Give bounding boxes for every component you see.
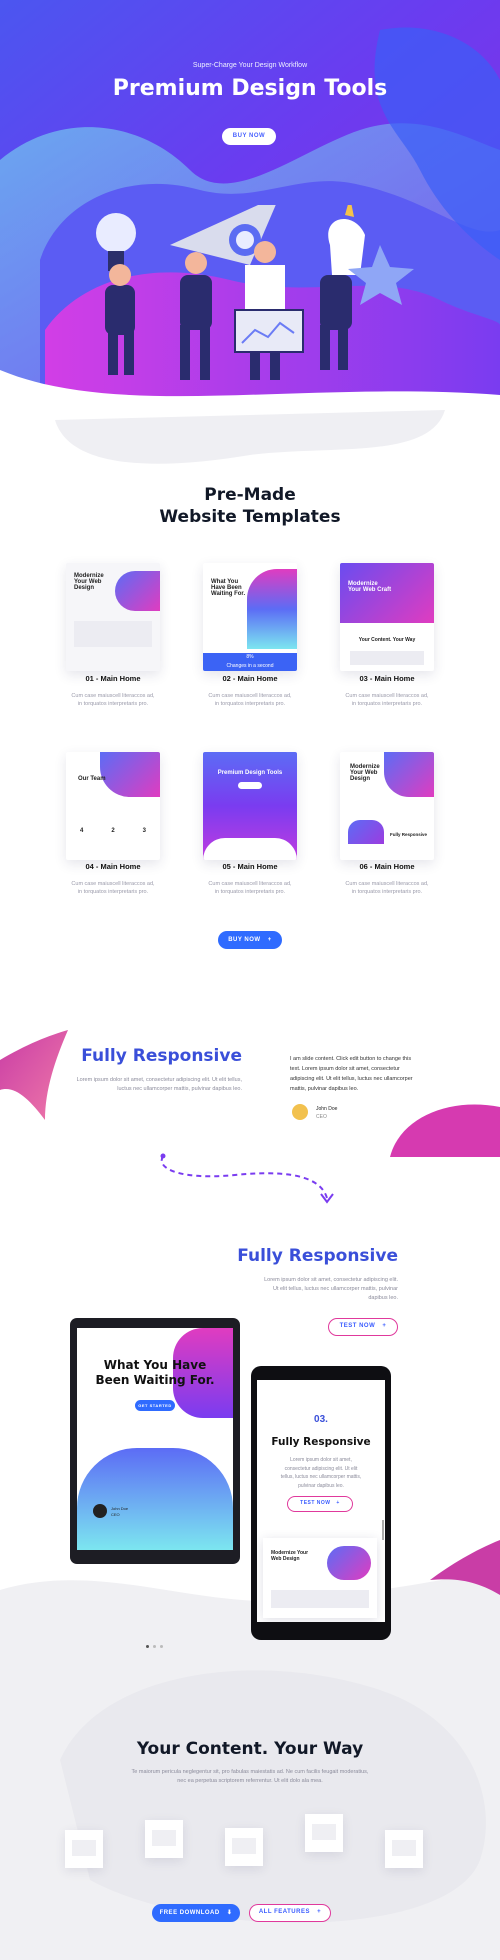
plus-icon: +: [317, 1909, 322, 1915]
template-desc-6: Cum case maiuscell literaccos ad, in torq…: [345, 881, 429, 895]
decor-right-blob: [390, 1104, 500, 1157]
responsive-body-2: Lorem ipsum dolor sit amet, consectetur …: [264, 1277, 398, 1301]
feature-card: [225, 1828, 263, 1866]
plus-icon: +: [336, 1500, 340, 1506]
template-title-1[interactable]: 01 - Main Home: [53, 674, 173, 683]
template-desc-5: Cum case maiuscell literaccos ad, in torq…: [208, 881, 292, 895]
tablet-mockup: What You Have Been Waiting For. GET START…: [70, 1318, 240, 1564]
slider-dot[interactable]: [146, 1645, 149, 1648]
template-desc-1: Cum case maiuscell literaccos ad, in torq…: [71, 693, 155, 707]
button-label: ALL FEATURES: [258, 1909, 310, 1915]
responsive-body: Lorem ipsum dolor sit amet, consectetur …: [76, 1077, 242, 1092]
lightbulb-icon: [96, 213, 136, 271]
content-title: Your Content. Your Way: [136, 1739, 364, 1759]
thumb-title: Our Team: [78, 776, 106, 782]
template-card-4[interactable]: Our Team 4 2 3: [66, 752, 160, 860]
avatar: [292, 1104, 308, 1120]
slider-dots: [146, 1645, 163, 1648]
plus-icon: +: [267, 937, 272, 943]
feature-card: [385, 1830, 423, 1868]
dashed-curve: [160, 1153, 334, 1204]
tablet-title: What You Have Been Waiting For.: [95, 1358, 215, 1387]
plus-icon: +: [382, 1323, 387, 1329]
feature-card: [145, 1820, 183, 1858]
template-title-2[interactable]: 02 - Main Home: [190, 674, 310, 683]
phone-scrollbar[interactable]: [382, 1520, 384, 1540]
phone-title: Fully Responsive: [271, 1436, 371, 1448]
testimonial-author: John Doe CEO: [316, 1106, 338, 1120]
phone-number: 03.: [314, 1414, 328, 1425]
content-body: Te maiorum pericula neglegentur sit, pro…: [131, 1769, 369, 1784]
tablet-author: John Doe CEO: [111, 1506, 129, 1517]
responsive-title: Fully Responsive: [81, 1046, 242, 1066]
template-card-6[interactable]: Modernize Your Web Design Fully Responsi…: [340, 752, 434, 860]
templates-title-line1: Pre-Made: [204, 485, 296, 505]
template-card-5[interactable]: Premium Design Tools: [203, 752, 297, 860]
slider-dot[interactable]: [153, 1645, 156, 1648]
button-label: FREE DOWNLOAD: [159, 1910, 220, 1916]
template-title-5[interactable]: 05 - Main Home: [190, 862, 310, 871]
feature-card: [65, 1830, 103, 1868]
templates-title-line2: Website Templates: [159, 507, 341, 527]
templates-buy-now-button[interactable]: BUY NOW +: [218, 931, 282, 949]
template-card-1[interactable]: Modernize Your Web Design: [66, 563, 160, 671]
thumb-title: Premium Design Tools: [217, 770, 283, 776]
free-download-button[interactable]: FREE DOWNLOAD ⬇: [152, 1904, 240, 1922]
thumb-num: 4: [79, 828, 84, 834]
hero-kicker: Super-Charge Your Design Workflow: [192, 62, 308, 69]
thumb-subtitle: Fully Responsive: [390, 832, 428, 837]
phone-body: Lorem ipsum dolor sit amet, consectetur …: [280, 1457, 362, 1489]
decor-right-wave: [430, 1540, 500, 1595]
tablet-avatar: [93, 1504, 107, 1518]
tablet-get-started-button[interactable]: GET STARTED: [135, 1400, 175, 1411]
hero-buy-now-button[interactable]: BUY NOW: [222, 128, 276, 145]
thumb-stat-label: Changes in a second: [226, 663, 274, 669]
thumb-title: Modernize Your Web Design: [74, 573, 104, 591]
template-title-3[interactable]: 03 - Main Home: [327, 674, 447, 683]
bottom-background: [0, 1570, 500, 1960]
hero-title: Premium Design Tools: [112, 76, 388, 101]
phone-test-now-button[interactable]: TEST NOW +: [287, 1496, 353, 1512]
thumb-num: 3: [142, 828, 146, 834]
test-now-button[interactable]: TEST NOW +: [328, 1318, 398, 1336]
template-title-4[interactable]: 04 - Main Home: [53, 862, 173, 871]
feature-card: [305, 1814, 343, 1852]
template-title-6[interactable]: 06 - Main Home: [327, 862, 447, 871]
testimonial-text: I am slide content. Click edit button to…: [290, 1056, 413, 1092]
template-desc-2: Cum case maiuscell literaccos ad, in torq…: [208, 693, 292, 707]
thumb-title: Modernize Your Web Craft: [348, 581, 392, 593]
decor-left-blob: [0, 1030, 68, 1120]
button-label: BUY NOW: [228, 937, 261, 943]
template-desc-3: Cum case maiuscell literaccos ad, in torq…: [345, 693, 429, 707]
hero-illustration: [96, 205, 414, 380]
button-label: TEST NOW: [339, 1323, 376, 1329]
template-desc-4: Cum case maiuscell literaccos ad, in torq…: [71, 881, 155, 895]
button-label: TEST NOW: [300, 1500, 331, 1506]
unicorn-icon: [328, 205, 365, 275]
phone-mockup: 03. Fully Responsive Lorem ipsum dolor s…: [251, 1366, 391, 1640]
thumb-num: 2: [111, 828, 115, 834]
download-icon: ⬇: [226, 1910, 233, 1916]
responsive-title-2: Fully Responsive: [237, 1246, 398, 1266]
template-card-2[interactable]: What You Have Been Waiting For. 8% Chang…: [203, 563, 297, 671]
thumb-title: Modernize Your Web Design: [350, 764, 380, 782]
phone-thumb-title: Modernize Your Web Design: [271, 1550, 309, 1562]
template-card-3[interactable]: Modernize Your Web Craft Your Content. Y…: [340, 563, 434, 671]
thumb-subtitle: Your Content. Your Way: [358, 637, 416, 643]
slider-dot[interactable]: [160, 1645, 163, 1648]
thumb-title: What You Have Been Waiting For.: [211, 579, 246, 597]
thumb-stat: 8%: [246, 654, 254, 660]
all-features-button[interactable]: ALL FEATURES +: [249, 1904, 331, 1922]
